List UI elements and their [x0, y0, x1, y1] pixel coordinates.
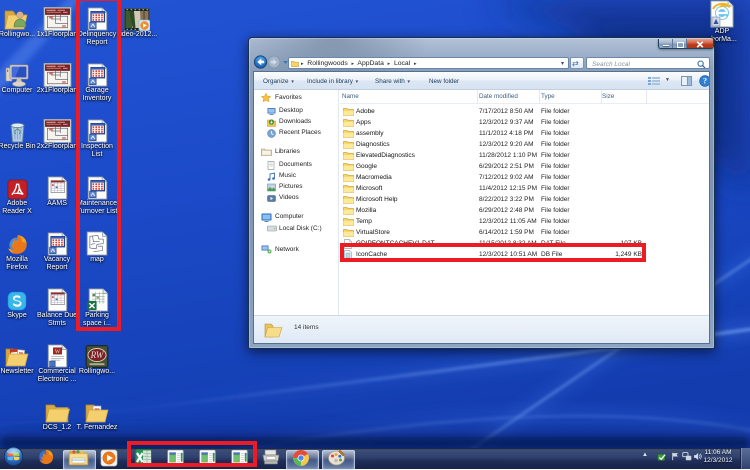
svg-text:RW: RW [90, 350, 105, 360]
svg-text:?: ? [703, 77, 707, 86]
svg-text:W: W [54, 349, 60, 355]
